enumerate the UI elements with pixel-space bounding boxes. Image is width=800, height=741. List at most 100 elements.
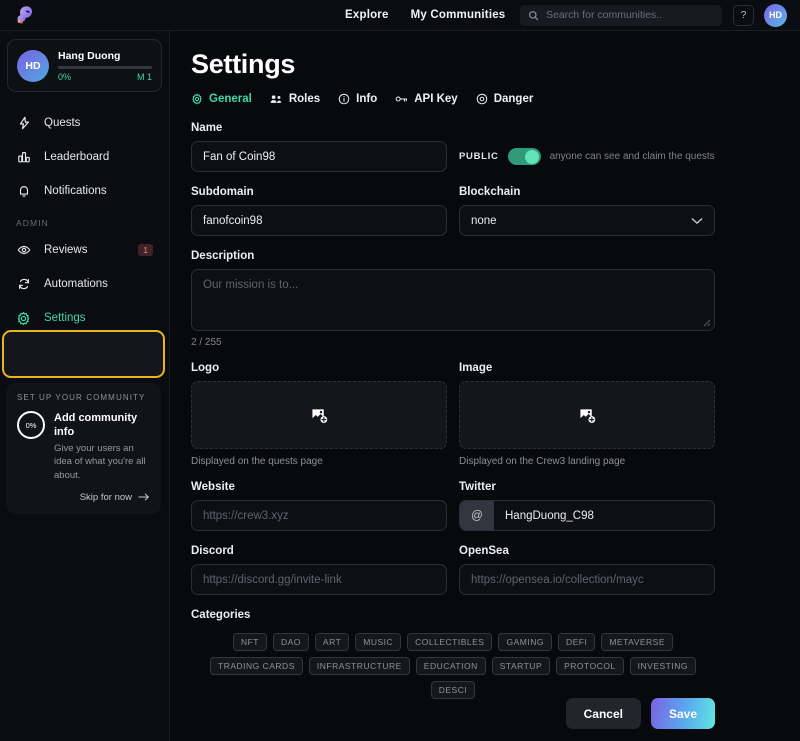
tab-label: Info xyxy=(356,93,378,105)
sidebar-item-settings[interactable]: Settings xyxy=(0,301,169,335)
public-label: PUBLIC xyxy=(459,151,499,162)
twitter-input[interactable]: @ HangDuong_C98 xyxy=(459,500,715,531)
category-chip[interactable]: MUSIC xyxy=(355,633,402,651)
top-bar: Explore My Communities Search for commun… xyxy=(0,0,800,31)
opensea-input[interactable]: https://opensea.io/collection/mayc xyxy=(459,564,715,595)
at-symbol-icon: @ xyxy=(460,501,494,530)
public-field-group: PUBLIC anyone can see and claim the ques… xyxy=(459,122,715,172)
sidebar-item-quests[interactable]: Quests xyxy=(0,106,169,140)
description-textarea[interactable]: Our mission is to... xyxy=(191,269,715,331)
blockchain-label: Blockchain xyxy=(459,186,521,198)
category-chip[interactable]: EDUCATION xyxy=(415,657,486,675)
category-chip[interactable]: METAVERSE xyxy=(601,633,674,651)
top-navigation: Explore My Communities xyxy=(345,9,505,21)
tab-danger[interactable]: Danger xyxy=(476,93,533,105)
help-button[interactable]: ? xyxy=(733,4,754,26)
name-label: Name xyxy=(191,122,223,134)
subdomain-blockchain-row: Subdomain fanofcoin98 Blockchain none xyxy=(191,186,715,236)
image-add-icon xyxy=(579,407,596,424)
gear-icon xyxy=(191,93,203,105)
category-chip[interactable]: PROTOCOL xyxy=(556,657,624,675)
category-chip[interactable]: INVESTING xyxy=(629,657,696,675)
resize-handle[interactable] xyxy=(702,318,711,327)
skip-label: Skip for now xyxy=(79,491,132,503)
sidebar-section-admin: ADMIN xyxy=(16,218,49,228)
opensea-label: OpenSea xyxy=(459,545,509,557)
bar-chart-icon xyxy=(16,150,31,165)
search-placeholder: Search for communities.. xyxy=(546,9,663,21)
website-label: Website xyxy=(191,481,235,493)
discord-label: Discord xyxy=(191,545,234,557)
subdomain-input[interactable]: fanofcoin98 xyxy=(191,205,447,236)
sidebar: HD Hang Duong 0% M 1 Quests Leaderboard … xyxy=(0,31,170,741)
sidebar-item-reviews[interactable]: Reviews 1 xyxy=(0,233,169,267)
tab-api-key[interactable]: API Key xyxy=(395,93,458,105)
sidebar-item-leaderboard[interactable]: Leaderboard xyxy=(0,140,169,174)
public-toggle[interactable] xyxy=(507,148,541,165)
toggle-knob xyxy=(525,149,540,164)
status-badge: 1 xyxy=(138,244,153,256)
cancel-button[interactable]: Cancel xyxy=(565,698,641,729)
image-add-icon xyxy=(311,407,328,424)
logo-upload-dropzone[interactable] xyxy=(191,381,447,449)
sidebar-item-automations[interactable]: Automations xyxy=(0,267,169,301)
sidebar-item-notifications[interactable]: Notifications xyxy=(0,174,169,208)
profile-progress-percent: 0% xyxy=(58,71,72,82)
name-field-group: Name Fan of Coin98 xyxy=(191,122,447,172)
website-field-group: Website https://crew3.xyz xyxy=(191,481,447,531)
category-chip[interactable]: DAO xyxy=(273,633,309,651)
category-chip[interactable]: STARTUP xyxy=(491,657,551,675)
image-upload-dropzone[interactable] xyxy=(459,381,715,449)
sidebar-nav: Quests Leaderboard Notifications ADMIN R… xyxy=(0,106,169,335)
key-icon xyxy=(395,93,408,105)
categories-field-group: Categories NFT DAO ART MUSIC COLLECTIBLES GAM… xyxy=(191,609,715,699)
search-input[interactable]: Search for communities.. xyxy=(520,4,722,26)
sidebar-item-label: Reviews xyxy=(44,244,88,256)
setup-progress-ring: 0% xyxy=(17,411,45,439)
skip-for-now-button[interactable]: Skip for now xyxy=(17,492,150,503)
category-chip[interactable]: DEFI xyxy=(557,633,596,651)
website-input[interactable]: https://crew3.xyz xyxy=(191,500,447,531)
category-chip[interactable]: TRADING CARDS xyxy=(210,657,303,675)
description-placeholder: Our mission is to... xyxy=(203,279,299,291)
category-chip[interactable]: GAMING xyxy=(498,633,552,651)
main-content: Settings General Roles Info API Key Dang… xyxy=(170,31,800,741)
sidebar-item-label: Leaderboard xyxy=(44,151,110,163)
tab-info[interactable]: Info xyxy=(338,93,377,105)
category-chip-list: NFT DAO ART MUSIC COLLECTIBLES GAMING DEFI META… xyxy=(191,633,715,699)
categories-label: Categories xyxy=(191,609,251,621)
eye-icon xyxy=(16,243,31,258)
subdomain-field-group: Subdomain fanofcoin98 xyxy=(191,186,447,236)
name-input[interactable]: Fan of Coin98 xyxy=(191,141,447,172)
nav-my-communities[interactable]: My Communities xyxy=(411,9,506,21)
discord-input[interactable]: https://discord.gg/invite-link xyxy=(191,564,447,595)
tab-roles[interactable]: Roles xyxy=(270,93,320,105)
save-button[interactable]: Save xyxy=(650,698,715,729)
tab-general[interactable]: General xyxy=(191,93,252,105)
arrow-right-icon xyxy=(138,492,150,502)
blockchain-select[interactable]: none xyxy=(459,205,715,236)
category-chip[interactable]: NFT xyxy=(232,633,267,651)
logo-field-group: Logo Displayed on the quests page xyxy=(191,362,447,467)
logo-label: Logo xyxy=(191,362,220,374)
avatar[interactable]: HD xyxy=(764,3,787,27)
nav-explore[interactable]: Explore xyxy=(345,9,389,21)
category-chip[interactable]: ART xyxy=(314,633,350,651)
crew3-blob-logo-icon[interactable] xyxy=(12,2,38,28)
settings-tabs: General Roles Info API Key Danger xyxy=(191,93,715,105)
public-hint: anyone can see and claim the quests xyxy=(549,151,715,162)
sidebar-item-label: Quests xyxy=(44,117,81,129)
settings-focus-ring xyxy=(2,330,165,378)
category-chip[interactable]: COLLECTIBLES xyxy=(407,633,493,651)
setup-card-subtitle: Give your users an idea of what you're a… xyxy=(54,442,146,482)
profile-card[interactable]: HD Hang Duong 0% M 1 xyxy=(7,39,162,92)
character-counter: 2 / 255 xyxy=(191,337,222,348)
profile-level: M 1 xyxy=(136,71,152,82)
sidebar-item-label: Automations xyxy=(44,278,108,290)
image-label: Image xyxy=(459,362,493,374)
category-chip[interactable]: INFRASTRUCTURE xyxy=(308,657,410,675)
category-chip[interactable]: DESCI xyxy=(430,681,476,699)
image-field-group: Image Displayed on the Crew3 landing pag… xyxy=(459,362,715,467)
subdomain-label: Subdomain xyxy=(191,186,254,198)
setup-community-card: SET UP YOUR COMMUNITY 0% Add community i… xyxy=(6,383,161,514)
